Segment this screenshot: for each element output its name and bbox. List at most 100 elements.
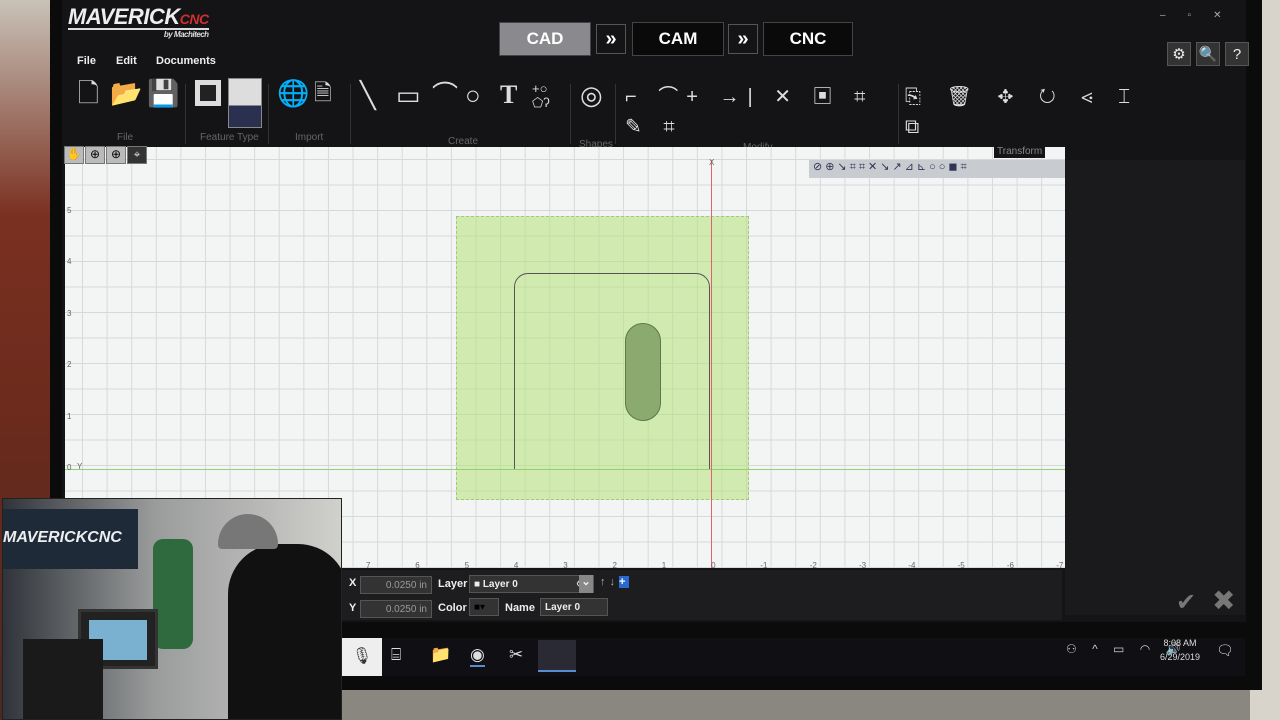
x-ruler-tick: -1 xyxy=(760,561,768,570)
layer-value: Layer 0 xyxy=(482,579,518,590)
time: 8:08 AM xyxy=(1163,638,1197,648)
x-axis-label: X xyxy=(709,158,715,167)
arc-icon[interactable]: ⌒ xyxy=(432,80,458,110)
properties-bar: X 0.0250 in Y 0.0250 in Layer ■ Layer 0 … xyxy=(342,570,1062,620)
y-axis-label: Y xyxy=(77,462,83,471)
machine xyxy=(23,639,103,719)
clock[interactable]: 8:08 AM 6/29/2019 xyxy=(1160,636,1200,664)
x-ruler-tick: -6 xyxy=(1006,561,1015,570)
mode-cad[interactable]: CAD xyxy=(499,22,591,56)
y-axis-line xyxy=(711,160,712,568)
mode-cam[interactable]: CAM xyxy=(632,22,724,56)
window-controls[interactable]: –▫✕ xyxy=(1160,10,1244,21)
text-icon[interactable]: T xyxy=(500,80,517,110)
search-icon[interactable]: 🔍 xyxy=(1196,42,1220,66)
zoom-window-icon[interactable]: ⊕ xyxy=(106,146,126,164)
x-ruler-tick: -7 xyxy=(1056,561,1064,570)
x-ruler-tick: 6 xyxy=(415,561,420,570)
zoom-in-icon[interactable]: ⊕ xyxy=(85,146,105,164)
x-ruler-tick: -3 xyxy=(859,561,867,570)
divider xyxy=(570,84,571,144)
circle-icon[interactable]: ○ xyxy=(465,80,481,110)
close-icon[interactable]: ✖ xyxy=(1212,584,1235,617)
x-ruler-tick: 3 xyxy=(563,561,568,570)
x-ruler-tick: 2 xyxy=(612,561,617,570)
date: 6/29/2019 xyxy=(1160,652,1201,662)
logo: MAVERICKCNC by Machitech xyxy=(68,4,209,39)
x-ruler-tick: 4 xyxy=(513,561,519,570)
add-layer-icon[interactable]: + xyxy=(619,576,630,588)
import-dxf-icon[interactable]: 🗎 xyxy=(314,78,332,108)
divider xyxy=(898,84,899,144)
more-shapes-icon[interactable]: +○ ⬠ʔ xyxy=(532,82,550,110)
divider xyxy=(350,84,351,144)
y-ruler-tick: 1 xyxy=(67,411,72,421)
x-ruler-tick: -4 xyxy=(908,561,916,570)
y-ruler-tick: 4 xyxy=(67,257,72,267)
divider xyxy=(268,84,269,144)
help-icon[interactable]: ? xyxy=(1225,42,1249,66)
settings-icon[interactable]: ⚙ xyxy=(1167,42,1191,66)
x-ruler-tick: 7 xyxy=(366,561,371,570)
divider xyxy=(615,84,616,144)
save-icon[interactable]: 💾 xyxy=(147,78,179,108)
color-picker[interactable]: ■▾ xyxy=(469,598,499,616)
transform-tools[interactable]: ⎘ 🗑 ✥ ↻ ⋖ ⌶ ⧉ xyxy=(905,82,1145,142)
view-toolbar: ✋ ⊕ ⊕ ⌖ xyxy=(64,146,147,164)
y-ruler-tick: 3 xyxy=(67,308,72,318)
fill-feature-icon[interactable] xyxy=(228,78,262,128)
modify-tools[interactable]: ⌐ ⌒+ →| ✕ ▣ ⌗ ✎ ⌗ xyxy=(625,82,905,142)
y-ruler-tick: 5 xyxy=(67,206,72,215)
task-view-icon[interactable]: ⌸ xyxy=(391,645,401,665)
layer-order-buttons[interactable]: ↑↓+ xyxy=(600,576,630,588)
y-ruler-tick: 0 xyxy=(67,463,72,472)
mode-cnc[interactable]: CNC xyxy=(763,22,853,56)
x-input[interactable]: 0.0250 in xyxy=(360,576,432,594)
group-label: Transform xyxy=(994,145,1046,158)
menu-edit[interactable]: Edit xyxy=(116,55,137,67)
check-icon[interactable]: ✔ xyxy=(1176,588,1196,617)
line-icon[interactable]: ╲ xyxy=(360,80,376,110)
new-file-icon[interactable]: 🗋 xyxy=(78,78,99,108)
shapes-icon[interactable]: ◎ xyxy=(580,80,603,110)
chrome-icon[interactable]: ◉ xyxy=(470,645,485,667)
zoom-extents-icon[interactable]: ⌖ xyxy=(127,146,147,164)
x-axis-line xyxy=(65,469,1065,470)
presenter xyxy=(228,544,341,719)
globe-icon[interactable]: 🌐 xyxy=(277,78,309,108)
notifications-icon[interactable]: 🗨 xyxy=(1216,642,1234,659)
name-input[interactable]: Layer 0 xyxy=(540,598,608,616)
outline-feature-icon[interactable] xyxy=(195,80,221,106)
rectangle-icon[interactable]: ▭ xyxy=(396,80,421,110)
x-ruler-tick: -5 xyxy=(957,561,965,570)
x-ruler-tick: -2 xyxy=(809,561,817,570)
group-label: Feature Type xyxy=(200,132,259,143)
cap xyxy=(218,514,278,549)
open-folder-icon[interactable]: 📂 xyxy=(110,78,142,108)
layer-label: Layer xyxy=(438,578,468,590)
snap-toolbar[interactable]: ⊘⊕↘⌗⌗✕↘↗⊿⊾○○◼⌗ xyxy=(809,160,1065,178)
gas-tanks xyxy=(153,539,193,649)
file-explorer-icon[interactable]: 📁 xyxy=(430,645,451,665)
arrow-icon: » xyxy=(596,24,626,54)
x-ruler-tick: 5 xyxy=(464,561,470,570)
y-label: Y xyxy=(349,602,357,614)
menu-documents[interactable]: Documents xyxy=(156,55,216,67)
menu-file[interactable]: File xyxy=(77,55,96,67)
group-label: Create xyxy=(448,136,479,147)
x-label: X xyxy=(349,577,357,589)
pan-icon[interactable]: ✋ xyxy=(64,146,84,164)
x-ruler-tick: 1 xyxy=(661,561,667,570)
y-input[interactable]: 0.0250 in xyxy=(360,600,432,618)
name-label: Name xyxy=(505,602,535,614)
y-ruler-tick: 2 xyxy=(67,360,72,370)
slot-feature[interactable] xyxy=(625,323,661,421)
maverick-task-icon[interactable] xyxy=(538,640,576,672)
chevron-down-icon[interactable]: ⌄ xyxy=(579,575,593,593)
snipping-tool-icon[interactable]: ✂ xyxy=(509,645,523,665)
layer-select[interactable]: ■ Layer 0 👁 xyxy=(469,575,594,593)
part-outline[interactable] xyxy=(514,273,710,470)
x-ruler-tick: 0 xyxy=(711,561,716,570)
divider xyxy=(185,84,186,144)
microphone-icon[interactable]: 🎙 xyxy=(342,638,382,676)
